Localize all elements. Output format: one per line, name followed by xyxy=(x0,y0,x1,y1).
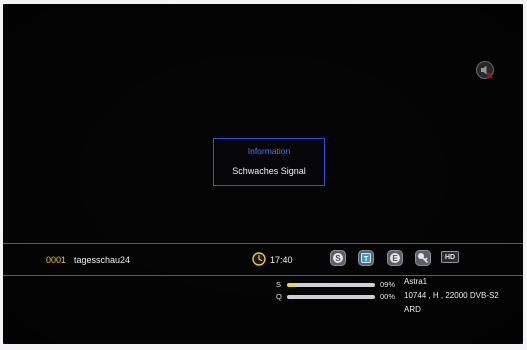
channel-number: 0001 xyxy=(46,255,67,265)
dialog-message: Schwaches Signal xyxy=(232,166,306,176)
signal-bar xyxy=(287,283,375,287)
hd-badge: HD xyxy=(441,251,459,263)
information-dialog: Information Schwaches Signal xyxy=(213,138,325,186)
infobar-middle-divider xyxy=(3,275,523,276)
mute-icon xyxy=(476,61,494,79)
clock-time: 17:40 xyxy=(270,255,293,265)
svg-text:S: S xyxy=(335,254,341,263)
quality-value: 00% xyxy=(380,292,396,301)
teletext-icon: T xyxy=(358,250,374,266)
svg-text:E: E xyxy=(392,254,398,263)
clock-icon xyxy=(252,252,266,266)
tv-frame: Information Schwaches Signal 0001 tagess… xyxy=(0,0,527,350)
channel-name: tagesschau24 xyxy=(74,255,131,265)
subtitle-icon: S xyxy=(330,250,346,266)
signal-value: 09% xyxy=(380,280,396,289)
satellite-name: Astra1 xyxy=(404,277,428,286)
svg-text:T: T xyxy=(364,256,369,263)
signal-label: S xyxy=(276,280,282,289)
provider-name: ARD xyxy=(404,305,421,314)
transponder-info: 10744 , H , 22000 DVB-S2 xyxy=(404,291,499,300)
signal-bar-fill xyxy=(287,283,295,287)
epg-icon: E xyxy=(387,250,403,266)
infobar-top-divider xyxy=(3,243,523,244)
key-icon xyxy=(415,250,431,266)
dialog-title: Information xyxy=(247,146,291,156)
quality-bar xyxy=(287,295,375,299)
quality-label: Q xyxy=(276,292,282,301)
